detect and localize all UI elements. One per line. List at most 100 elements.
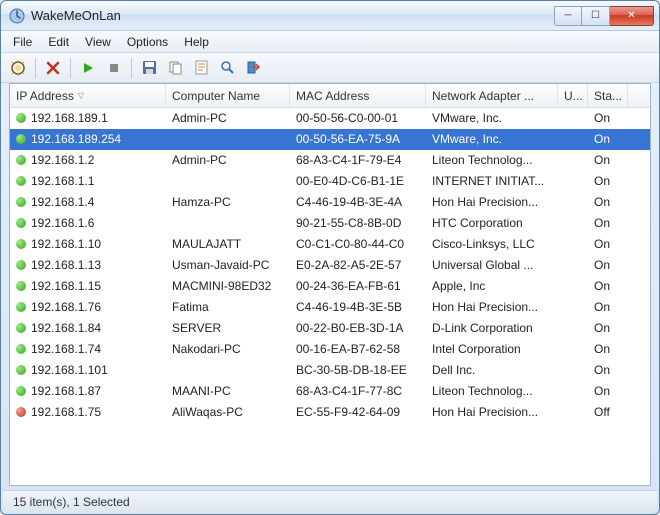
cell-adapter: Liteon Technolog... (426, 153, 558, 167)
cell-status: On (588, 342, 628, 356)
cell-adapter: Hon Hai Precision... (426, 300, 558, 314)
start-scan-button[interactable] (77, 57, 99, 79)
cell-adapter: Intel Corporation (426, 342, 558, 356)
cell-mac: 00-24-36-EA-FB-61 (290, 279, 426, 293)
table-row[interactable]: 192.168.1.87MAANI-PC68-A3-C4-1F-77-8CLit… (10, 381, 650, 402)
exit-button[interactable] (242, 57, 264, 79)
cell-adapter: Dell Inc. (426, 363, 558, 377)
cell-name: Hamza-PC (166, 195, 290, 209)
cell-status: On (588, 216, 628, 230)
cell-mac: BC-30-5B-DB-18-EE (290, 363, 426, 377)
table-row[interactable]: 192.168.189.254 00-50-56-EA-75-9AVMware, … (10, 129, 650, 150)
cell-mac: 00-22-B0-EB-3D-1A (290, 321, 426, 335)
status-dot-icon (16, 386, 26, 396)
status-dot-icon (16, 281, 26, 291)
status-dot-icon (16, 197, 26, 207)
menu-view[interactable]: View (77, 33, 119, 51)
cell-ip: 192.168.1.76 (10, 300, 166, 314)
cell-name: MAULAJATT (166, 237, 290, 251)
cell-status: On (588, 258, 628, 272)
cell-mac: EC-55-F9-42-64-09 (290, 405, 426, 419)
cell-ip: 192.168.189.254 (10, 132, 166, 146)
header-status[interactable]: Sta... (588, 84, 628, 107)
header-mac[interactable]: MAC Address (290, 84, 426, 107)
stop-scan-button[interactable] (103, 57, 125, 79)
window-title: WakeMeOnLan (31, 8, 554, 23)
table-row[interactable]: 192.168.1.1 00-E0-4D-C6-B1-1EINTERNET INI… (10, 171, 650, 192)
cell-adapter: INTERNET INITIAT... (426, 174, 558, 188)
table-row[interactable]: 192.168.1.2Admin-PC68-A3-C4-1F-79-E4Lite… (10, 150, 650, 171)
cell-adapter: Liteon Technolog... (426, 384, 558, 398)
cell-mac: 00-50-56-C0-00-01 (290, 111, 426, 125)
window-controls: ─ ☐ ✕ (554, 6, 654, 26)
header-ip[interactable]: IP Address ▽ (10, 84, 166, 107)
table-row[interactable]: 192.168.1.690-21-55-C8-8B-0DHTC Corporat… (10, 213, 650, 234)
status-dot-icon (16, 176, 26, 186)
copy-button[interactable] (164, 57, 186, 79)
toolbar-separator (131, 58, 132, 78)
status-text: 15 item(s), 1 Selected (13, 495, 130, 509)
table-row[interactable]: 192.168.1.13Usman-Javaid-PCE0-2A-82-A5-2… (10, 255, 650, 276)
status-dot-icon (16, 218, 26, 228)
table-row[interactable]: 192.168.1.84SERVER00-22-B0-EB-3D-1AD-Lin… (10, 318, 650, 339)
table-row[interactable]: 192.168.1.10MAULAJATTC0-C1-C0-80-44-C0Ci… (10, 234, 650, 255)
find-button[interactable] (216, 57, 238, 79)
app-icon (9, 8, 25, 24)
menu-file[interactable]: File (5, 33, 40, 51)
table-row[interactable]: 192.168.1.75AliWaqas-PCEC-55-F9-42-64-09… (10, 402, 650, 423)
cell-adapter: Universal Global ... (426, 258, 558, 272)
table-row[interactable]: 192.168.1.4Hamza-PCC4-46-19-4B-3E-4AHon … (10, 192, 650, 213)
table-row[interactable]: 192.168.1.15MACMINI-98ED3200-24-36-EA-FB… (10, 276, 650, 297)
cell-name: Fatima (166, 300, 290, 314)
cell-mac: 68-A3-C4-1F-77-8C (290, 384, 426, 398)
cell-adapter: HTC Corporation (426, 216, 558, 230)
sort-indicator-icon: ▽ (78, 91, 84, 100)
status-dot-icon (16, 323, 26, 333)
cell-ip: 192.168.1.1 (10, 174, 166, 188)
cell-adapter: Hon Hai Precision... (426, 195, 558, 209)
cell-status: On (588, 195, 628, 209)
cell-status: On (588, 174, 628, 188)
device-list[interactable]: 192.168.189.1Admin-PC00-50-56-C0-00-01VM… (10, 108, 650, 485)
cell-adapter: Apple, Inc (426, 279, 558, 293)
table-row[interactable]: 192.168.1.76FatimaC4-46-19-4B-3E-5BHon H… (10, 297, 650, 318)
menu-options[interactable]: Options (119, 33, 176, 51)
cell-ip: 192.168.1.6 (10, 216, 166, 230)
maximize-button[interactable]: ☐ (582, 6, 610, 26)
cell-status: On (588, 111, 628, 125)
titlebar[interactable]: WakeMeOnLan ─ ☐ ✕ (1, 1, 659, 31)
header-user[interactable]: U... (558, 84, 588, 107)
menu-edit[interactable]: Edit (40, 33, 77, 51)
menubar: File Edit View Options Help (1, 31, 659, 53)
cell-ip: 192.168.189.1 (10, 111, 166, 125)
header-adapter[interactable]: Network Adapter ... (426, 84, 558, 107)
cell-adapter: VMware, Inc. (426, 132, 558, 146)
wake-button[interactable] (7, 57, 29, 79)
table-row[interactable]: 192.168.1.74Nakodari-PC00-16-EA-B7-62-58… (10, 339, 650, 360)
status-dot-icon (16, 155, 26, 165)
cell-ip: 192.168.1.87 (10, 384, 166, 398)
status-dot-icon (16, 260, 26, 270)
cell-ip: 192.168.1.74 (10, 342, 166, 356)
cell-mac: 00-50-56-EA-75-9A (290, 132, 426, 146)
cell-name: SERVER (166, 321, 290, 335)
cell-adapter: VMware, Inc. (426, 111, 558, 125)
cell-ip: 192.168.1.84 (10, 321, 166, 335)
properties-button[interactable] (190, 57, 212, 79)
app-window: WakeMeOnLan ─ ☐ ✕ File Edit View Options… (0, 0, 660, 515)
table-row[interactable]: 192.168.189.1Admin-PC00-50-56-C0-00-01VM… (10, 108, 650, 129)
menu-help[interactable]: Help (176, 33, 217, 51)
status-dot-icon (16, 134, 26, 144)
cell-mac: C0-C1-C0-80-44-C0 (290, 237, 426, 251)
cell-mac: 00-E0-4D-C6-B1-1E (290, 174, 426, 188)
toolbar (1, 53, 659, 83)
close-button[interactable]: ✕ (610, 6, 654, 26)
header-computer-name[interactable]: Computer Name (166, 84, 290, 107)
table-row[interactable]: 192.168.1.101BC-30-5B-DB-18-EEDell Inc.O… (10, 360, 650, 381)
minimize-button[interactable]: ─ (554, 6, 582, 26)
cell-status: Off (588, 405, 628, 419)
cell-name: Usman-Javaid-PC (166, 258, 290, 272)
delete-button[interactable] (42, 57, 64, 79)
cell-name: Nakodari-PC (166, 342, 290, 356)
save-button[interactable] (138, 57, 160, 79)
